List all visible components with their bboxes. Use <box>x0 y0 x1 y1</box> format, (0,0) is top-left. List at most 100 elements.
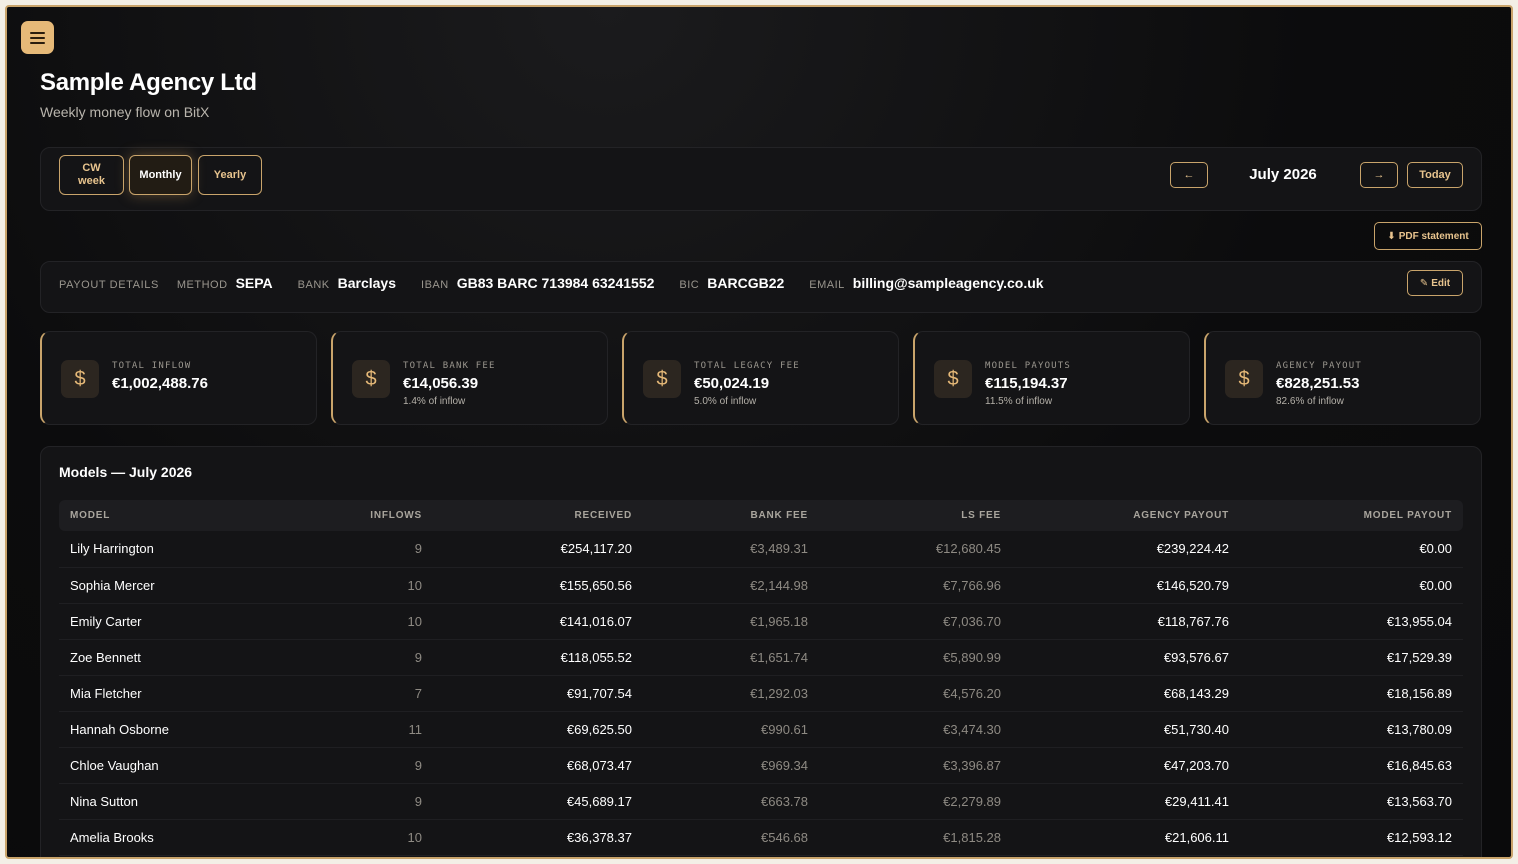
email-value: billing@sampleagency.co.uk <box>852 275 1044 291</box>
cell-model-name: Amelia Brooks <box>59 819 269 856</box>
cell-inflows: 9 <box>269 783 433 820</box>
download-icon: ⬇ <box>1387 230 1396 242</box>
period-cw-week-button[interactable]: CW week <box>59 155 124 195</box>
table-row[interactable]: Nina Sutton 9 €45,689.17 €663.78 €2,279.89 €2… <box>59 783 1463 820</box>
email-key: EMAIL <box>809 279 845 291</box>
next-period-button[interactable]: → <box>1360 162 1398 188</box>
edit-label: Edit <box>1431 277 1451 289</box>
cell-received: €68,073.47 <box>433 747 643 784</box>
column-header-model-payout[interactable]: MODEL PAYOUT <box>1240 500 1463 531</box>
kpi-value: €14,056.39 <box>403 375 479 392</box>
column-header-model[interactable]: MODEL <box>59 500 269 531</box>
kpi-subtext: 1.4% of inflow <box>403 396 466 407</box>
cell-model-name: Zoe Bennett <box>59 639 269 676</box>
kpi-label: AGENCY PAYOUT <box>1276 361 1363 371</box>
cell-agency-payout: €21,606.11 <box>1012 819 1240 856</box>
cell-ls-fee: €12,680.45 <box>819 531 1012 568</box>
kpi-card-total-legacy-fee: $ TOTAL LEGACY FEE €50,024.19 5.0% of in… <box>622 331 899 425</box>
column-header-ls-fee[interactable]: LS FEE <box>819 500 1012 531</box>
cell-bank-fee: €990.61 <box>643 711 819 748</box>
method-value: SEPA <box>235 275 273 291</box>
app-window: Sample Agency Ltd Weekly money flow on B… <box>5 5 1513 859</box>
period-yearly-button[interactable]: Yearly <box>198 155 262 195</box>
cell-bank-fee: €663.78 <box>643 783 819 820</box>
cell-model-name: Emily Carter <box>59 603 269 640</box>
cell-bank-fee: €546.68 <box>643 819 819 856</box>
bic-value: BARCGB22 <box>707 275 785 291</box>
pdf-statement-button[interactable]: ⬇ PDF statement <box>1374 222 1482 250</box>
table-row[interactable]: Mia Fletcher 7 €91,707.54 €1,292.03 €4,576.2… <box>59 675 1463 712</box>
pdf-statement-label: PDF statement <box>1398 230 1469 242</box>
dollar-icon: $ <box>934 360 972 398</box>
column-header-inflows[interactable]: INFLOWS <box>269 500 433 531</box>
cell-model-payout: €0.00 <box>1240 531 1463 568</box>
kpi-label: TOTAL BANK FEE <box>403 361 496 371</box>
page-subtitle: Weekly money flow on BitX <box>40 104 210 120</box>
iban-value: GB83 BARC 713984 63241552 <box>456 275 655 291</box>
today-button[interactable]: Today <box>1407 162 1463 188</box>
kpi-value: €115,194.37 <box>985 375 1068 392</box>
iban-key: IBAN <box>421 279 449 291</box>
cell-ls-fee: €7,766.96 <box>819 567 1012 604</box>
cell-agency-payout: €51,730.40 <box>1012 711 1240 748</box>
payout-details-heading: PAYOUT DETAILS <box>59 279 159 291</box>
table-body: Lily Harrington 9 €254,117.20 €3,489.31 €12,… <box>59 531 1463 856</box>
table-row[interactable]: Hannah Osborne 11 €69,625.50 €990.61 €3,474.… <box>59 711 1463 748</box>
kpi-value: €50,024.19 <box>694 375 770 392</box>
dollar-icon: $ <box>352 360 390 398</box>
table-row[interactable]: Emily Carter 10 €141,016.07 €1,965.18 €7,036… <box>59 603 1463 640</box>
cell-bank-fee: €1,292.03 <box>643 675 819 712</box>
column-header-agency-payout[interactable]: AGENCY PAYOUT <box>1012 500 1240 531</box>
pencil-icon: ✎ <box>1419 277 1429 289</box>
cell-inflows: 10 <box>269 819 433 856</box>
cell-agency-payout: €146,520.79 <box>1012 567 1240 604</box>
dollar-icon: $ <box>61 360 99 398</box>
column-header-bank-fee[interactable]: BANK FEE <box>643 500 819 531</box>
period-selector-panel: CW week Monthly Yearly ← July 2026 → Toda… <box>40 147 1482 211</box>
cell-ls-fee: €3,474.30 <box>819 711 1012 748</box>
page-title: Sample Agency Ltd <box>40 69 257 96</box>
cell-model-payout: €13,955.04 <box>1240 603 1463 640</box>
bic-key: BIC <box>679 279 700 291</box>
cell-model-name: Sophia Mercer <box>59 567 269 604</box>
cell-model-payout: €12,593.12 <box>1240 819 1463 856</box>
table-row[interactable]: Amelia Brooks 10 €36,378.37 €546.68 €1,815.2… <box>59 819 1463 856</box>
hamburger-menu-icon[interactable] <box>21 21 54 54</box>
table-row[interactable]: Lily Harrington 9 €254,117.20 €3,489.31 €12,… <box>59 531 1463 568</box>
cell-ls-fee: €1,815.28 <box>819 819 1012 856</box>
kpi-value: €1,002,488.76 <box>112 375 208 392</box>
cell-ls-fee: €7,036.70 <box>819 603 1012 640</box>
cell-received: €141,016.07 <box>433 603 643 640</box>
cell-model-name: Nina Sutton <box>59 783 269 820</box>
kpi-subtext: 11.5% of inflow <box>985 396 1053 407</box>
table-row[interactable]: Zoe Bennett 9 €118,055.52 €1,651.74 €5,890.9… <box>59 639 1463 676</box>
cell-bank-fee: €1,965.18 <box>643 603 819 640</box>
cell-agency-payout: €118,767.76 <box>1012 603 1240 640</box>
cell-inflows: 10 <box>269 567 433 604</box>
previous-period-button[interactable]: ← <box>1170 162 1208 188</box>
table-title: Models — July 2026 <box>59 464 193 480</box>
cell-ls-fee: €4,576.20 <box>819 675 1012 712</box>
cell-ls-fee: €3,396.87 <box>819 747 1012 784</box>
table-row[interactable]: Chloe Vaughan 9 €68,073.47 €969.34 €3,396.87… <box>59 747 1463 784</box>
current-period-label: July 2026 <box>1249 166 1317 183</box>
cell-model-payout: €16,845.63 <box>1240 747 1463 784</box>
cell-model-name: Hannah Osborne <box>59 711 269 748</box>
kpi-card-total-inflow: $ TOTAL INFLOW €1,002,488.76 <box>40 331 317 425</box>
cell-inflows: 9 <box>269 639 433 676</box>
dollar-icon: $ <box>1225 360 1263 398</box>
edit-payout-button[interactable]: ✎ Edit <box>1407 270 1463 296</box>
payout-details-panel: PAYOUT DETAILS METHOD SEPA BANK Barclays… <box>40 261 1482 313</box>
bank-value: Barclays <box>337 275 397 291</box>
column-header-received[interactable]: RECEIVED <box>433 500 643 531</box>
cell-model-name: Mia Fletcher <box>59 675 269 712</box>
period-monthly-button[interactable]: Monthly <box>129 155 192 195</box>
cell-received: €91,707.54 <box>433 675 643 712</box>
cell-model-payout: €17,529.39 <box>1240 639 1463 676</box>
cell-bank-fee: €3,489.31 <box>643 531 819 568</box>
table-row[interactable]: Sophia Mercer 10 €155,650.56 €2,144.98 €7,76… <box>59 567 1463 604</box>
kpi-subtext: 82.6% of inflow <box>1276 396 1344 407</box>
cell-bank-fee: €2,144.98 <box>643 567 819 604</box>
table-header-row: MODEL INFLOWS RECEIVED BANK FEE LS FEE A… <box>59 500 1463 531</box>
cell-received: €45,689.17 <box>433 783 643 820</box>
